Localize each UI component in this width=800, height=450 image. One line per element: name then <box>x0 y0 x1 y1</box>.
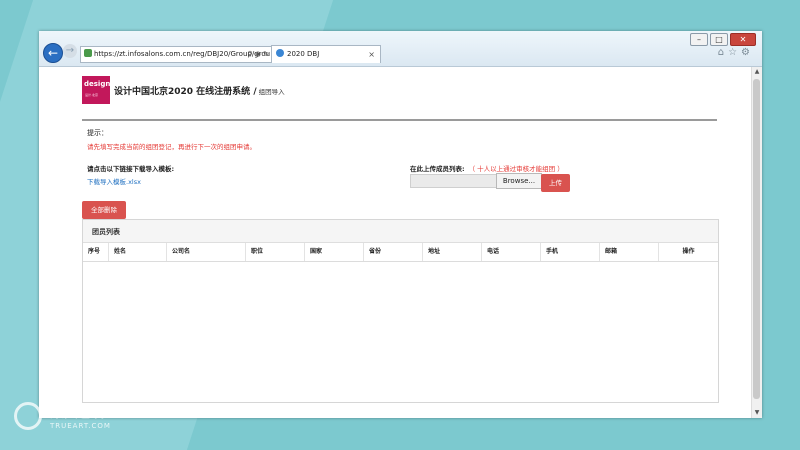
ie-icon <box>276 49 284 57</box>
logo-text: design <box>84 80 111 88</box>
column-header: 公司名 <box>167 243 246 261</box>
browser-window: – □ ✕ ← → https://zt.infosalons.com.cn/r… <box>39 31 762 418</box>
column-header: 操作 <box>682 248 695 255</box>
template-download-link[interactable]: 下载导入模板.xlsx <box>87 176 141 186</box>
column-header: 地址 <box>423 243 482 261</box>
page-title: 设计中国北京2020 在线注册系统 / 组团导入 <box>114 84 285 97</box>
scroll-up-icon[interactable]: ▲ <box>752 67 762 77</box>
vertical-scrollbar[interactable]: ▲ ▼ <box>751 67 762 418</box>
close-window-button[interactable]: ✕ <box>730 33 756 46</box>
refresh-icon[interactable]: ↻ <box>263 50 269 58</box>
scroll-down-icon[interactable]: ▼ <box>752 408 762 418</box>
lock-icon[interactable]: ◉ <box>255 50 261 58</box>
browser-tools: ⌂☆⚙ <box>718 47 754 58</box>
watermark-title: 集真艺客 <box>50 405 106 421</box>
watermark: 集真艺客 TRUEART.COM <box>14 400 164 440</box>
browser-tab[interactable]: 2020 DBJ × <box>271 45 381 63</box>
delete-all-button[interactable]: 全部删除 <box>82 201 126 219</box>
browser-titlebar: – □ ✕ ← → https://zt.infosalons.com.cn/r… <box>39 31 762 67</box>
column-header: 职位 <box>246 243 305 261</box>
column-header: 国家 <box>305 243 364 261</box>
column-header: 序号 <box>83 243 109 261</box>
star-icon[interactable]: ☆ <box>728 47 741 58</box>
template-label: 请点击以下链接下载导入模板: <box>87 165 175 173</box>
page-subtitle: 组团导入 <box>258 88 285 96</box>
address-bar[interactable]: https://zt.infosalons.com.cn/reg/DBJ20/G… <box>80 46 272 63</box>
site-logo: design 设计·北京 <box>82 76 110 104</box>
forward-button[interactable]: → <box>63 44 77 58</box>
home-icon[interactable]: ⌂ <box>718 47 728 58</box>
favicon-icon <box>84 49 92 57</box>
window-controls: – □ ✕ <box>690 33 756 46</box>
upload-button[interactable]: 上传 <box>541 174 570 192</box>
minimize-button[interactable]: – <box>690 33 708 46</box>
file-path-input[interactable] <box>410 174 498 188</box>
column-header: 姓名 <box>109 243 167 261</box>
table-header: 序号 姓名 公司名 职位 国家 省份 地址 电话 手机 邮箱 操作 <box>83 243 718 262</box>
notice-text: 请先填写完成当前的组团登记，再进行下一次的组团申请。 <box>87 143 256 151</box>
column-header: 电话 <box>482 243 541 261</box>
watermark-logo-icon <box>14 402 42 430</box>
back-button[interactable]: ← <box>43 43 63 63</box>
tab-close-icon[interactable]: × <box>368 46 375 63</box>
arrow-left-icon: ← <box>47 46 59 60</box>
maximize-button[interactable]: □ <box>710 33 728 46</box>
address-tools: ⚲ ◉ ↻ <box>247 47 269 62</box>
tab-title: 2020 DBJ <box>287 50 320 58</box>
member-list-panel: 团员列表 序号 姓名 公司名 职位 国家 省份 地址 电话 手机 邮箱 操作 <box>82 219 719 403</box>
site-title-text: 设计中国北京2020 在线注册系统 / <box>114 87 257 97</box>
address-url: https://zt.infosalons.com.cn/reg/DBJ20/G… <box>94 50 271 58</box>
column-header: 邮箱 <box>600 243 659 261</box>
header-divider <box>82 119 717 121</box>
upload-label-text: 在此上传成员列表: <box>410 165 465 173</box>
arrow-right-icon: → <box>65 45 75 56</box>
panel-title: 团员列表 <box>92 228 120 236</box>
column-header: 省份 <box>364 243 423 261</box>
panel-header: 团员列表 <box>83 220 718 243</box>
gear-icon[interactable]: ⚙ <box>741 47 754 58</box>
scroll-thumb[interactable] <box>753 79 760 399</box>
logo-subtext: 设计·北京 <box>85 93 98 97</box>
search-icon[interactable]: ⚲ <box>247 50 252 58</box>
upload-note: （ 十人以上通过审核才能组团 ） <box>468 165 564 173</box>
column-header: 手机 <box>541 243 600 261</box>
browse-button[interactable]: Browse... <box>496 173 542 189</box>
upload-label: 在此上传成员列表: （ 十人以上通过审核才能组团 ） <box>410 163 564 173</box>
watermark-subtitle: TRUEART.COM <box>50 422 111 430</box>
notice-label: 提示： <box>87 129 108 137</box>
